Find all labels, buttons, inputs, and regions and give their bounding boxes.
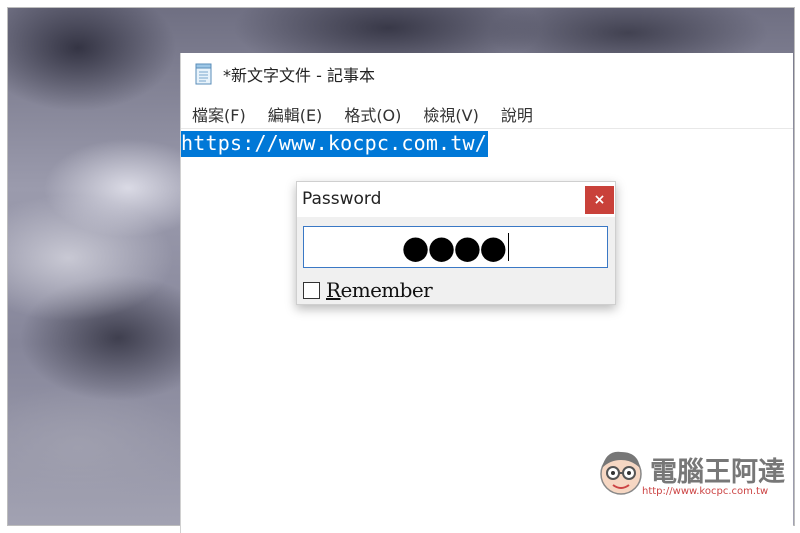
title-bar: *新文字文件 - 記事本 [181,53,793,95]
watermark-url: http://www.kocpc.com.tw [642,486,769,497]
mascot-icon [596,446,646,502]
watermark: 電腦王阿達 http://www.kocpc.com.tw [596,444,791,504]
password-masked-value: ●●●● [401,228,508,266]
password-input[interactable]: ●●●● [303,226,608,268]
close-icon: × [593,192,606,208]
text-caret [508,233,510,261]
close-button[interactable]: × [585,186,614,214]
window-title: *新文字文件 - 記事本 [223,66,375,85]
password-dialog: Password × ●●●● Remember [296,181,616,305]
selected-url-text[interactable]: https://www.kocpc.com.tw/ [181,131,489,157]
watermark-brand: 電腦王阿達 [650,457,785,488]
menu-help[interactable]: 說明 [501,102,533,126]
notepad-icon [194,63,214,85]
dialog-title: Password [302,189,382,209]
menu-edit[interactable]: 編輯(E) [268,102,323,126]
menu-view[interactable]: 檢視(V) [423,102,478,126]
remember-row: Remember [303,278,433,302]
remember-checkbox[interactable] [303,281,320,299]
menu-format[interactable]: 格式(O) [344,102,401,126]
menu-file[interactable]: 檔案(F) [192,102,246,126]
menu-bar: 檔案(F) 編輯(E) 格式(O) 檢視(V) 說明 [181,100,793,129]
remember-label[interactable]: Remember [326,278,433,302]
dialog-title-bar: Password × [297,182,615,217]
